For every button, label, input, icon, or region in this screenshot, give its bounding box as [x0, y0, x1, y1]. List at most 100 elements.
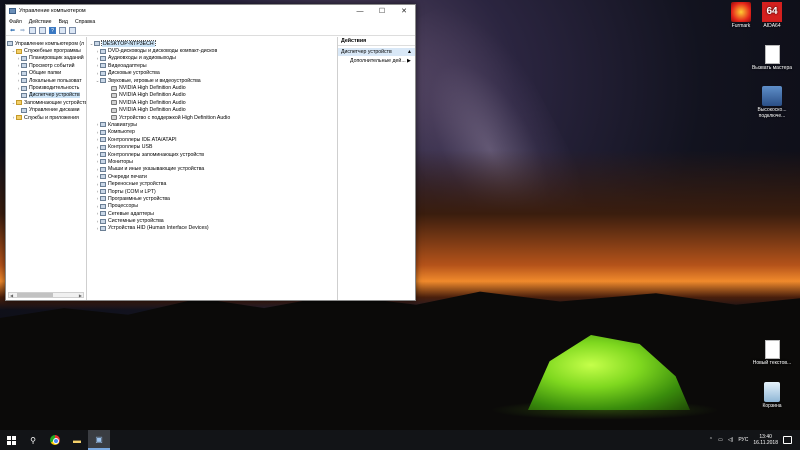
recycle-bin-icon [764, 382, 780, 402]
device-category[interactable]: › Системные устройства [87, 217, 337, 224]
device-category-icon [100, 144, 106, 150]
console-tree-icon[interactable] [39, 27, 46, 34]
scroll-left-icon[interactable]: ◀ [10, 293, 13, 298]
tree-item[interactable]: › Производительность [6, 84, 86, 91]
close-button[interactable]: ✕ [393, 5, 415, 17]
device-root[interactable]: ⌄ DESKTOP-NTP3ECH [87, 40, 337, 48]
device-category-label: Контроллеры запоминающих устройств [108, 151, 204, 158]
tree-item[interactable]: Управление дисками [6, 107, 86, 114]
tree-root[interactable]: Управление компьютером (л [6, 40, 86, 47]
device-category[interactable]: › Мониторы [87, 158, 337, 165]
device-category[interactable]: › Аудиовходы и аудиовыходы [87, 55, 337, 62]
back-arrow-icon[interactable]: ⬅ [9, 27, 16, 34]
tree-item[interactable]: › Планировщик заданий [6, 55, 86, 62]
menu-action[interactable]: Действие [29, 19, 52, 25]
device-category-icon [100, 159, 106, 165]
computer-management-icon: ▣ [95, 434, 103, 444]
tree-item[interactable]: › Локальные пользоват [6, 77, 86, 84]
title-bar[interactable]: Управление компьютером — ☐ ✕ [6, 5, 415, 17]
tree-item[interactable]: › Общие папки [6, 70, 86, 77]
device-item[interactable]: NVIDIA High Definition Audio [87, 107, 337, 114]
desktop-icon-new-text[interactable]: Новый текстов... [750, 340, 794, 366]
device-category-icon [100, 225, 106, 231]
file-explorer-button[interactable]: ▬ [66, 430, 88, 450]
minimize-button[interactable]: — [349, 5, 371, 17]
document-icon [764, 45, 780, 64]
windows-logo-icon [6, 435, 16, 445]
actions-section[interactable]: Диспетчер устройств ▲ [338, 48, 415, 56]
scroll-thumb[interactable] [17, 293, 53, 297]
device-item[interactable]: NVIDIA High Definition Audio [87, 84, 337, 91]
volume-icon[interactable]: ◁) [728, 437, 734, 443]
device-item[interactable]: NVIDIA High Definition Audio [87, 92, 337, 99]
device-category[interactable]: › Процессоры [87, 203, 337, 210]
collapse-up-icon[interactable]: ▲ [407, 49, 412, 55]
device-category[interactable]: › Компьютер [87, 129, 337, 136]
device-category-icon [100, 218, 106, 224]
up-folder-icon[interactable] [29, 27, 36, 34]
scroll-right-icon[interactable]: ▶ [79, 293, 82, 298]
forward-arrow-icon[interactable]: ➡ [19, 27, 26, 34]
device-category[interactable]: › DVD-дисководы и дисководы компакт-диско… [87, 47, 337, 54]
tree-item[interactable]: ⌄ Служебные программы [6, 47, 86, 54]
device-category[interactable]: › Мыши и иные указывающие устройства [87, 166, 337, 173]
device-category[interactable]: › Контроллеры запоминающих устройств [87, 151, 337, 158]
notification-center-icon[interactable] [783, 436, 792, 444]
device-item-label: NVIDIA High Definition Audio [119, 85, 186, 92]
system-tray: ⌃ ▭ ◁) РУС 13:40 16.11.2018 [709, 430, 792, 450]
device-category[interactable]: › Клавиатуры [87, 121, 337, 128]
device-category-icon [100, 203, 106, 209]
desktop-icon-wizard[interactable]: Вызвать мастера [750, 45, 794, 71]
tree-item-label: Служебные программы [24, 48, 81, 55]
computer-management-taskbar-button[interactable]: ▣ [88, 430, 110, 450]
search-icon: ⚲ [30, 435, 36, 445]
device-category[interactable]: › Очереди печати [87, 173, 337, 180]
snapin-icon [21, 55, 27, 61]
device-category-label: Контроллеры IDE ATA/ATAPI [108, 136, 177, 143]
properties-icon[interactable] [59, 27, 66, 34]
clock-date: 16.11.2018 [753, 440, 778, 446]
device-category[interactable]: › Контроллеры IDE ATA/ATAPI [87, 136, 337, 143]
scan-hardware-icon[interactable] [69, 27, 76, 34]
tree-item[interactable]: › Службы и приложения [6, 114, 86, 121]
clock[interactable]: 13:40 16.11.2018 [753, 434, 778, 446]
network-icon[interactable]: ▭ [718, 437, 723, 443]
device-item[interactable]: Устройство с поддержкой High Definition … [87, 114, 337, 121]
menu-file[interactable]: Файл [9, 19, 22, 25]
desktop-icon-aida64[interactable]: 64 AIDA64 [750, 2, 794, 29]
menu-view[interactable]: Вид [59, 19, 68, 25]
maximize-button[interactable]: ☐ [371, 5, 393, 17]
device-category[interactable]: › Дисковые устройства [87, 70, 337, 77]
folder-icon [16, 48, 22, 54]
device-category[interactable]: ⌄ Звуковые, игровые и видеоустройства [87, 77, 337, 84]
desktop-icon-broadband[interactable]: Высокоско... подключе... [750, 86, 794, 119]
show-hidden-icons[interactable]: ⌃ [709, 437, 713, 443]
tree-horizontal-scrollbar[interactable]: ◀ ▶ [8, 292, 84, 298]
desktop-icon-label: AIDA64 [763, 23, 781, 29]
audio-device-icon [111, 92, 117, 98]
device-category-label: Программные устройства [108, 195, 170, 202]
device-category[interactable]: › Программные устройства [87, 195, 337, 202]
device-category[interactable]: › Сетевые адаптеры [87, 210, 337, 217]
device-category[interactable]: › Видеоадаптеры [87, 62, 337, 69]
tree-item[interactable]: Диспетчер устройств [6, 92, 86, 99]
menu-help[interactable]: Справка [75, 19, 95, 25]
search-button[interactable]: ⚲ [22, 430, 44, 450]
device-item[interactable]: NVIDIA High Definition Audio [87, 99, 337, 106]
help-icon[interactable]: ? [49, 27, 56, 34]
desktop-icon-recycle-bin[interactable]: Корзина [750, 382, 794, 409]
tree-item[interactable]: › Просмотр событий [6, 62, 86, 69]
start-button[interactable] [0, 430, 22, 450]
tree-item[interactable]: ⌄ Запоминающие устройства [6, 99, 86, 106]
device-category[interactable]: › Порты (COM и LPT) [87, 188, 337, 195]
device-category[interactable]: › Устройства HID (Human Interface Devices… [87, 225, 337, 232]
desktop-icon-label: Furmark [731, 23, 751, 29]
more-actions-label: Дополнительные дей... [350, 57, 406, 64]
device-category-icon [100, 70, 106, 76]
audio-device-icon [111, 100, 117, 106]
device-category[interactable]: › Контроллеры USB [87, 143, 337, 150]
chrome-button[interactable] [44, 430, 66, 450]
language-indicator[interactable]: РУС [738, 437, 748, 443]
more-actions[interactable]: Дополнительные дей... ▶ [338, 56, 415, 65]
device-category[interactable]: › Переносные устройства [87, 180, 337, 187]
